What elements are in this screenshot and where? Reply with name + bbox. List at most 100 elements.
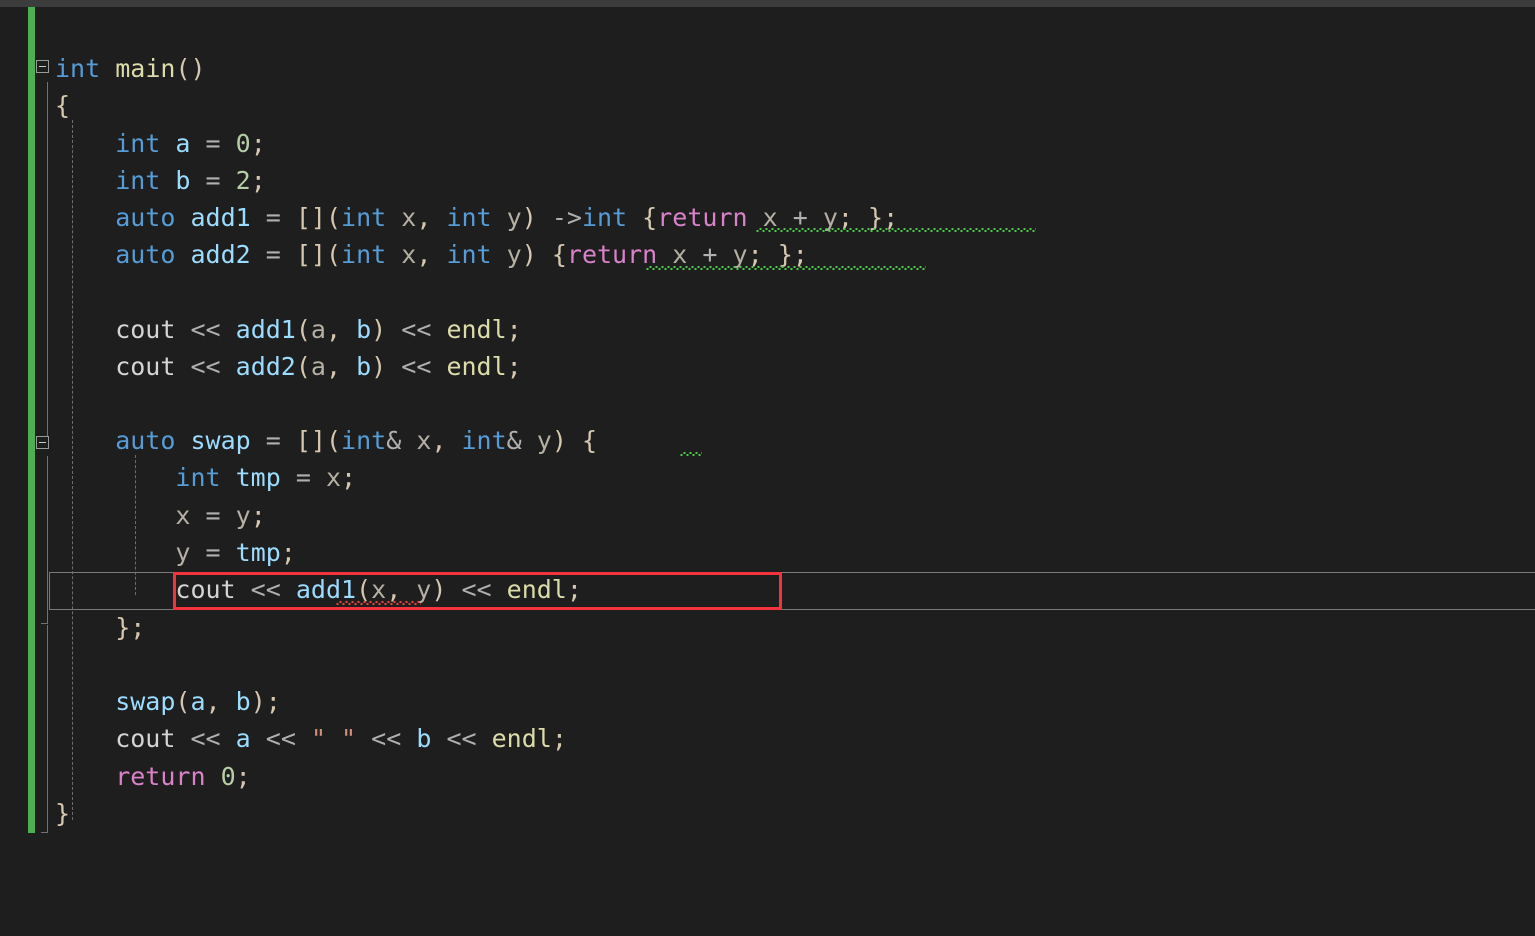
- code-line[interactable]: };: [115, 609, 145, 646]
- indent-guide: [72, 120, 73, 820]
- code-editor[interactable]: int main(){int a = 0; int b = 2; auto add1…: [0, 0, 1535, 936]
- code-token: }: [115, 613, 131, 642]
- code-line[interactable]: x = y;: [175, 497, 265, 534]
- fold-region-line: [47, 82, 48, 438]
- fold-marker-swap-lambda[interactable]: [36, 436, 49, 449]
- code-token: ;: [551, 724, 567, 753]
- code-token: <<: [190, 724, 221, 753]
- code-token: int: [341, 240, 387, 269]
- fold-region-line: [47, 625, 48, 833]
- code-line[interactable]: y = tmp;: [175, 534, 295, 571]
- code-token: ,: [431, 426, 462, 455]
- code-line[interactable]: return 0;: [115, 758, 251, 795]
- code-token: main: [115, 54, 176, 83]
- fold-marker-main[interactable]: [36, 60, 49, 73]
- code-token: endl: [506, 575, 567, 604]
- code-token: auto: [115, 240, 176, 269]
- code-token: add2: [235, 352, 296, 381]
- code-token: ): [371, 315, 387, 344]
- code-line[interactable]: auto swap = [](int& x, int& y) {: [115, 422, 597, 459]
- code-token: ;: [506, 315, 522, 344]
- code-token: ;: [250, 501, 266, 530]
- squiggle-add1-undefined: [336, 601, 421, 605]
- code-token: int: [175, 463, 221, 492]
- fold-region-end-tick: [41, 623, 48, 624]
- code-line[interactable]: cout << a << " " << b << endl;: [115, 720, 567, 757]
- code-line[interactable]: swap(a, b);: [115, 683, 281, 720]
- squiggle-lambda-add2-body: [646, 266, 926, 270]
- code-token: y: [506, 203, 522, 232]
- code-token: ,: [386, 575, 417, 604]
- editor-top-strip: [0, 0, 1535, 7]
- code-token: add1: [235, 315, 296, 344]
- code-token: <<: [446, 724, 477, 753]
- code-token: {: [581, 426, 598, 455]
- code-token: y: [175, 538, 191, 567]
- code-token: (: [325, 240, 342, 269]
- code-token: {: [55, 91, 71, 120]
- code-token: int: [341, 203, 387, 232]
- code-token: ;: [792, 240, 808, 269]
- code-line[interactable]: int main(): [55, 50, 206, 87]
- code-token: (: [175, 687, 191, 716]
- code-token: &: [506, 426, 522, 455]
- code-token: endl: [446, 315, 507, 344]
- code-token: =: [265, 240, 281, 269]
- code-token: +: [702, 240, 718, 269]
- code-token: cout: [115, 352, 176, 381]
- fold-region-end-tick: [41, 832, 48, 833]
- code-token: <<: [401, 352, 432, 381]
- code-line[interactable]: }: [55, 795, 70, 832]
- code-line[interactable]: int tmp = x;: [175, 459, 356, 496]
- code-token: =: [205, 166, 221, 195]
- code-token: {: [551, 240, 567, 269]
- code-token: =: [205, 538, 221, 567]
- code-token: int: [115, 129, 161, 158]
- code-token: <<: [250, 575, 281, 604]
- code-token: x: [371, 575, 387, 604]
- code-token: ,: [416, 240, 447, 269]
- code-line[interactable]: cout << add2(a, b) << endl;: [115, 348, 522, 385]
- code-token: ;: [265, 687, 281, 716]
- code-token: int: [581, 203, 628, 232]
- code-line[interactable]: int a = 0;: [115, 125, 266, 162]
- code-token: int: [446, 240, 492, 269]
- code-line[interactable]: cout << add1(a, b) << endl;: [115, 311, 522, 348]
- code-line[interactable]: int b = 2;: [115, 162, 266, 199]
- code-token: ): [551, 426, 567, 455]
- code-token: a: [190, 687, 206, 716]
- code-token: <<: [371, 724, 402, 753]
- code-token: b: [416, 724, 432, 753]
- code-token: ;: [130, 613, 146, 642]
- code-line[interactable]: {: [55, 87, 70, 124]
- code-token: =: [265, 426, 281, 455]
- code-token: x: [175, 501, 191, 530]
